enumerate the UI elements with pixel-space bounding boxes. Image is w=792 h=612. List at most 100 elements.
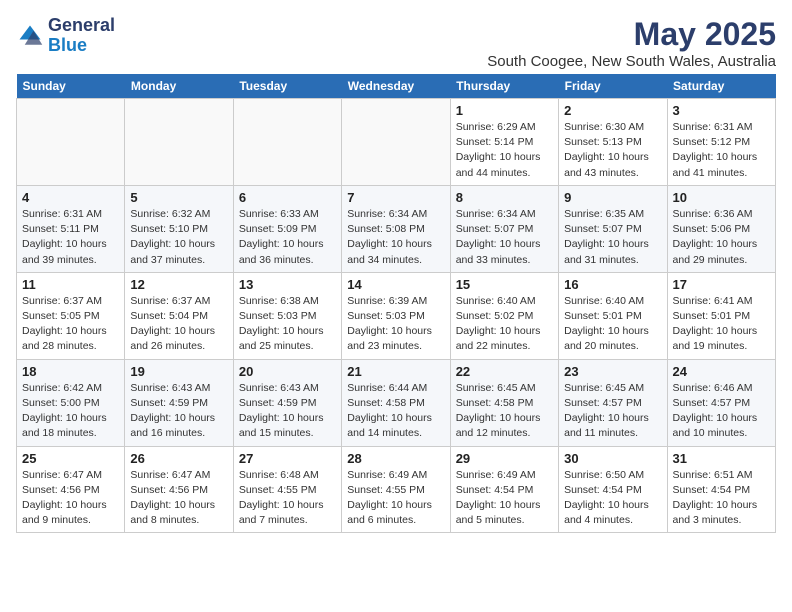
- day-number: 6: [239, 190, 336, 205]
- calendar-cell: 18 Sunrise: 6:42 AMSunset: 5:00 PMDayligh…: [17, 359, 125, 446]
- cell-text: Sunrise: 6:41 AMSunset: 5:01 PMDaylight:…: [673, 294, 770, 355]
- day-number: 30: [564, 451, 661, 466]
- day-number: 19: [130, 364, 227, 379]
- weekday-wednesday: Wednesday: [342, 74, 450, 99]
- cell-text: Sunrise: 6:50 AMSunset: 4:54 PMDaylight:…: [564, 468, 661, 529]
- cell-text: Sunrise: 6:35 AMSunset: 5:07 PMDaylight:…: [564, 207, 661, 268]
- day-number: 12: [130, 277, 227, 292]
- cell-text: Sunrise: 6:37 AMSunset: 5:04 PMDaylight:…: [130, 294, 227, 355]
- calendar-cell: [233, 99, 341, 186]
- weekday-thursday: Thursday: [450, 74, 558, 99]
- calendar-cell: 1Sunrise: 6:29 AMSunset: 5:14 PMDaylight…: [450, 99, 558, 186]
- month-title: May 2025: [487, 16, 776, 53]
- day-number: 22: [456, 364, 553, 379]
- weekday-tuesday: Tuesday: [233, 74, 341, 99]
- cell-text: Sunrise: 6:51 AMSunset: 4:54 PMDaylight:…: [673, 468, 770, 529]
- title-block: May 2025 South Coogee, New South Wales, …: [487, 16, 776, 70]
- cell-text: Sunrise: 6:48 AMSunset: 4:55 PMDaylight:…: [239, 468, 336, 529]
- weekday-sunday: Sunday: [17, 74, 125, 99]
- day-number: 8: [456, 190, 553, 205]
- day-number: 5: [130, 190, 227, 205]
- calendar-cell: 3Sunrise: 6:31 AMSunset: 5:12 PMDaylight…: [667, 99, 775, 186]
- cell-text: Sunrise: 6:32 AMSunset: 5:10 PMDaylight:…: [130, 207, 227, 268]
- day-number: 2: [564, 103, 661, 118]
- calendar-week-5: 25Sunrise: 6:47 AMSunset: 4:56 PMDayligh…: [17, 446, 776, 533]
- calendar-cell: 25Sunrise: 6:47 AMSunset: 4:56 PMDayligh…: [17, 446, 125, 533]
- cell-text: Sunrise: 6:46 AMSunset: 4:57 PMDaylight:…: [673, 381, 770, 442]
- calendar-week-1: 1Sunrise: 6:29 AMSunset: 5:14 PMDaylight…: [17, 99, 776, 186]
- cell-text: Sunrise: 6:39 AMSunset: 5:03 PMDaylight:…: [347, 294, 444, 355]
- day-number: 18: [22, 364, 119, 379]
- calendar-cell: 28 Sunrise: 6:49 AMSunset: 4:55 PMDayligh…: [342, 446, 450, 533]
- day-number: 26: [130, 451, 227, 466]
- cell-text: Sunrise: 6:36 AMSunset: 5:06 PMDaylight:…: [673, 207, 770, 268]
- cell-text: Sunrise: 6:33 AMSunset: 5:09 PMDaylight:…: [239, 207, 336, 268]
- day-number: 21: [347, 364, 444, 379]
- day-number: 9: [564, 190, 661, 205]
- calendar-table: SundayMondayTuesdayWednesdayThursdayFrid…: [16, 74, 776, 533]
- day-number: 13: [239, 277, 336, 292]
- calendar-header: SundayMondayTuesdayWednesdayThursdayFrid…: [17, 74, 776, 99]
- cell-text: Sunrise: 6:40 AMSunset: 5:01 PMDaylight:…: [564, 294, 661, 355]
- logo-icon: [16, 22, 44, 50]
- cell-text: Sunrise: 6:30 AMSunset: 5:13 PMDaylight:…: [564, 120, 661, 181]
- cell-text: Sunrise: 6:43 AMSunset: 4:59 PMDaylight:…: [239, 381, 336, 442]
- day-number: 27: [239, 451, 336, 466]
- day-number: 3: [673, 103, 770, 118]
- logo: General Blue: [16, 16, 115, 56]
- calendar-week-3: 11 Sunrise: 6:37 AMSunset: 5:05 PMDayligh…: [17, 272, 776, 359]
- day-number: 14: [347, 277, 444, 292]
- day-number: 10: [673, 190, 770, 205]
- day-number: 25: [22, 451, 119, 466]
- cell-text: Sunrise: 6:49 AMSunset: 4:54 PMDaylight:…: [456, 468, 553, 529]
- location-title: South Coogee, New South Wales, Australia: [487, 53, 776, 70]
- day-number: 29: [456, 451, 553, 466]
- calendar-cell: 30 Sunrise: 6:50 AMSunset: 4:54 PMDayligh…: [559, 446, 667, 533]
- calendar-cell: 26Sunrise: 6:47 AMSunset: 4:56 PMDayligh…: [125, 446, 233, 533]
- calendar-cell: 17 Sunrise: 6:41 AMSunset: 5:01 PMDayligh…: [667, 272, 775, 359]
- calendar-cell: 8Sunrise: 6:34 AMSunset: 5:07 PMDaylight…: [450, 185, 558, 272]
- calendar-cell: 21 Sunrise: 6:44 AMSunset: 4:58 PMDayligh…: [342, 359, 450, 446]
- calendar-week-4: 18 Sunrise: 6:42 AMSunset: 5:00 PMDayligh…: [17, 359, 776, 446]
- calendar-cell: 10 Sunrise: 6:36 AMSunset: 5:06 PMDayligh…: [667, 185, 775, 272]
- day-number: 17: [673, 277, 770, 292]
- calendar-cell: 9 Sunrise: 6:35 AMSunset: 5:07 PMDaylight…: [559, 185, 667, 272]
- calendar-cell: 22 Sunrise: 6:45 AMSunset: 4:58 PMDayligh…: [450, 359, 558, 446]
- cell-text: Sunrise: 6:34 AMSunset: 5:08 PMDaylight:…: [347, 207, 444, 268]
- weekday-monday: Monday: [125, 74, 233, 99]
- calendar-cell: 31 Sunrise: 6:51 AMSunset: 4:54 PMDayligh…: [667, 446, 775, 533]
- calendar-cell: 4 Sunrise: 6:31 AMSunset: 5:11 PMDaylight…: [17, 185, 125, 272]
- calendar-cell: 24 Sunrise: 6:46 AMSunset: 4:57 PMDayligh…: [667, 359, 775, 446]
- calendar-cell: 29 Sunrise: 6:49 AMSunset: 4:54 PMDayligh…: [450, 446, 558, 533]
- cell-text: Sunrise: 6:43 AMSunset: 4:59 PMDaylight:…: [130, 381, 227, 442]
- cell-text: Sunrise: 6:44 AMSunset: 4:58 PMDaylight:…: [347, 381, 444, 442]
- day-number: 4: [22, 190, 119, 205]
- calendar-cell: 27 Sunrise: 6:48 AMSunset: 4:55 PMDayligh…: [233, 446, 341, 533]
- cell-text: Sunrise: 6:40 AMSunset: 5:02 PMDaylight:…: [456, 294, 553, 355]
- calendar-cell: 5 Sunrise: 6:32 AMSunset: 5:10 PMDaylight…: [125, 185, 233, 272]
- day-number: 23: [564, 364, 661, 379]
- day-number: 20: [239, 364, 336, 379]
- day-number: 24: [673, 364, 770, 379]
- day-number: 28: [347, 451, 444, 466]
- calendar-cell: 6 Sunrise: 6:33 AMSunset: 5:09 PMDaylight…: [233, 185, 341, 272]
- calendar-cell: 15Sunrise: 6:40 AMSunset: 5:02 PMDayligh…: [450, 272, 558, 359]
- calendar-cell: [17, 99, 125, 186]
- cell-text: Sunrise: 6:45 AMSunset: 4:58 PMDaylight:…: [456, 381, 553, 442]
- calendar-cell: [125, 99, 233, 186]
- day-number: 16: [564, 277, 661, 292]
- calendar-cell: 14 Sunrise: 6:39 AMSunset: 5:03 PMDayligh…: [342, 272, 450, 359]
- day-number: 31: [673, 451, 770, 466]
- page-header: General Blue May 2025 South Coogee, New …: [16, 16, 776, 70]
- cell-text: Sunrise: 6:29 AMSunset: 5:14 PMDaylight:…: [456, 120, 553, 181]
- cell-text: Sunrise: 6:31 AMSunset: 5:11 PMDaylight:…: [22, 207, 119, 268]
- cell-text: Sunrise: 6:42 AMSunset: 5:00 PMDaylight:…: [22, 381, 119, 442]
- cell-text: Sunrise: 6:49 AMSunset: 4:55 PMDaylight:…: [347, 468, 444, 529]
- calendar-cell: 7Sunrise: 6:34 AMSunset: 5:08 PMDaylight…: [342, 185, 450, 272]
- cell-text: Sunrise: 6:37 AMSunset: 5:05 PMDaylight:…: [22, 294, 119, 355]
- calendar-body: 1Sunrise: 6:29 AMSunset: 5:14 PMDaylight…: [17, 99, 776, 533]
- calendar-cell: [342, 99, 450, 186]
- calendar-cell: 20 Sunrise: 6:43 AMSunset: 4:59 PMDayligh…: [233, 359, 341, 446]
- logo-general-text: General: [48, 15, 115, 35]
- day-number: 11: [22, 277, 119, 292]
